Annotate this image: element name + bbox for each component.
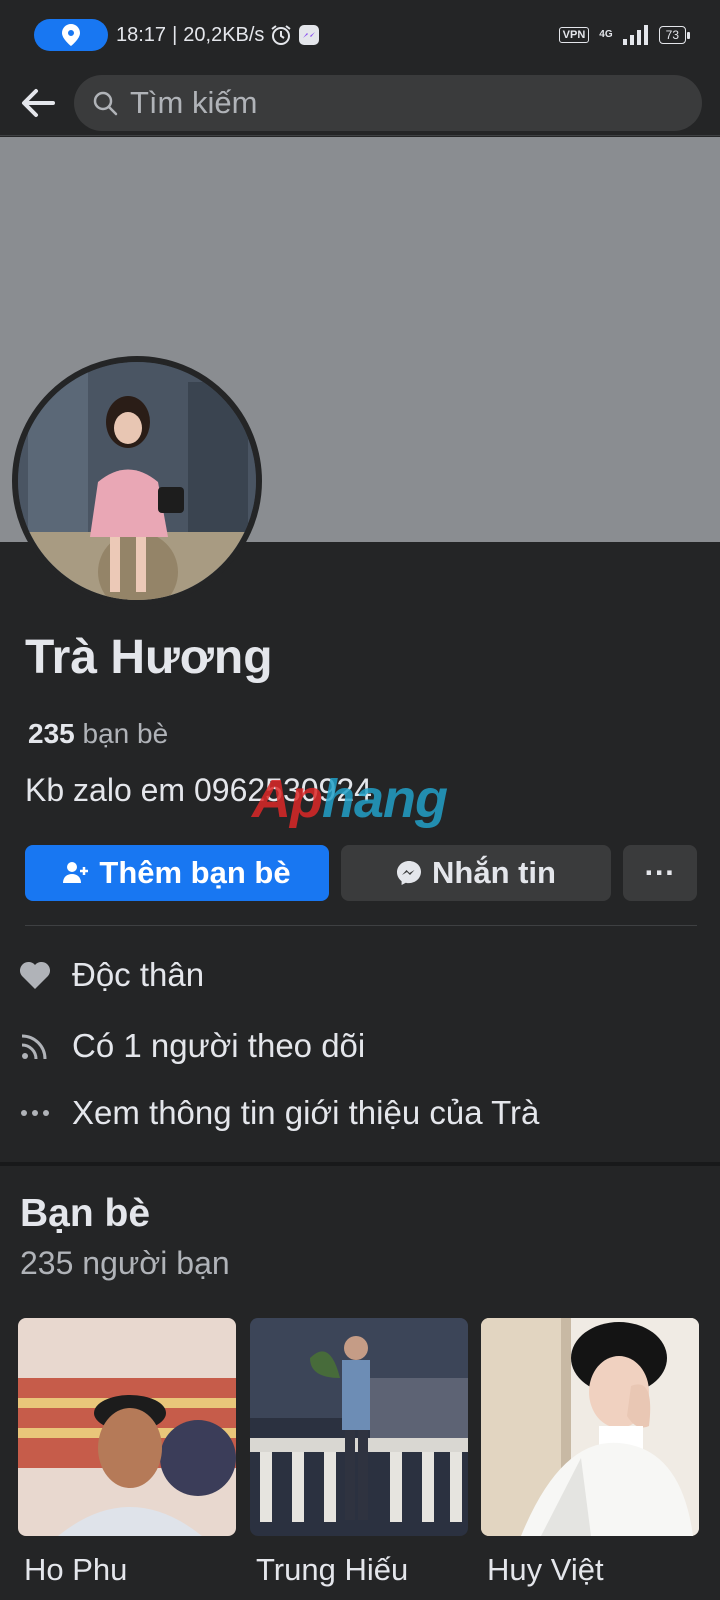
relationship-text: Độc thân	[72, 956, 205, 993]
status-net-speed: 20,2KB/s	[183, 23, 265, 46]
rss-feed-icon	[18, 1029, 52, 1063]
more-options-button[interactable]: ···	[623, 845, 697, 901]
signal-icon	[622, 25, 648, 45]
vpn-indicator: VPN	[558, 27, 590, 43]
add-friend-label: Thêm bạn bè	[99, 855, 291, 890]
friend-card[interactable]: Ho Phu	[18, 1318, 236, 1588]
search-icon	[93, 91, 118, 115]
messenger-notification-icon	[299, 25, 320, 45]
status-separator: |	[172, 23, 178, 46]
watermark-part-1: Ap	[252, 769, 323, 829]
back-arrow-icon	[22, 88, 55, 117]
friends-count-label: bạn bè	[82, 718, 169, 749]
friend-name[interactable]: Trung Hiếu	[256, 1552, 468, 1588]
watermark-part-2: hang	[321, 769, 448, 829]
add-friend-button[interactable]: Thêm bạn bè	[25, 845, 329, 901]
status-left: 18:17 | 20,2KB/s	[34, 19, 320, 51]
search-placeholder: Tìm kiếm	[130, 84, 258, 120]
top-bar: Tìm kiếm	[0, 70, 720, 136]
status-right: VPN 4G 73	[558, 25, 691, 45]
friends-count: 235	[28, 718, 75, 749]
friend-name[interactable]: Huy Việt	[487, 1552, 699, 1588]
search-bar[interactable]: Tìm kiếm	[74, 74, 702, 131]
alarm-icon	[271, 25, 292, 45]
friends-section-title: Bạn bè	[20, 1192, 151, 1235]
about-text: Xem thông tin giới thiệu của Trà	[72, 1094, 540, 1131]
profile-name: Trà Hương	[25, 631, 273, 684]
info-followers[interactable]: Có 1 người theo dõi	[18, 1027, 365, 1065]
avatar-photo	[18, 362, 256, 600]
friend-photo[interactable]	[481, 1318, 699, 1536]
profile-actions: Thêm bạn bè Nhắn tin ···	[25, 845, 697, 901]
section-separator	[0, 1162, 720, 1166]
messenger-icon	[397, 861, 421, 885]
more-dots-icon: ···	[644, 855, 676, 890]
back-button[interactable]	[18, 83, 58, 123]
friends-section-count: 235 người bạn	[20, 1245, 230, 1281]
location-indicator	[34, 19, 108, 51]
divider	[25, 925, 697, 926]
friend-photo[interactable]	[250, 1318, 468, 1536]
ellipsis-icon	[18, 1096, 52, 1130]
friend-name[interactable]: Ho Phu	[24, 1552, 236, 1588]
message-button[interactable]: Nhắn tin	[341, 845, 611, 901]
status-bar: 18:17 | 20,2KB/s VPN 4G 73	[0, 0, 720, 70]
friend-photo[interactable]	[18, 1318, 236, 1536]
message-label: Nhắn tin	[432, 855, 556, 890]
add-friend-icon	[63, 862, 89, 883]
friends-count-line[interactable]: 235 bạn bè	[28, 718, 168, 750]
followers-text: Có 1 người theo dõi	[72, 1027, 366, 1064]
battery-indicator: 73	[658, 26, 691, 44]
info-about[interactable]: Xem thông tin giới thiệu của Trà	[18, 1094, 539, 1132]
location-pin-icon	[62, 24, 80, 46]
status-time: 18:17	[116, 23, 167, 46]
info-relationship: Độc thân	[18, 956, 204, 994]
friend-card[interactable]: Trung Hiếu	[250, 1318, 468, 1588]
watermark-logo: Aphang	[252, 768, 448, 830]
network-type: 4G	[599, 29, 613, 40]
profile-avatar[interactable]	[12, 356, 262, 606]
heart-icon	[18, 958, 52, 992]
friend-card[interactable]: Huy Việt	[481, 1318, 699, 1588]
